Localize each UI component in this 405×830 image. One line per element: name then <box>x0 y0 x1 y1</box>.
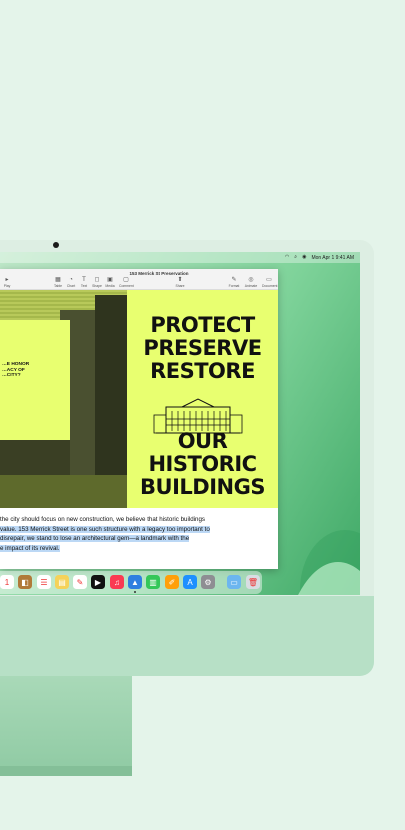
dock-keynote-icon[interactable]: ▲ <box>128 575 142 589</box>
table-icon: ▦ <box>55 277 61 283</box>
dock-pages-icon[interactable]: ✐ <box>165 575 179 589</box>
building-photo: …E HONOR …ACY OF …CITY? <box>0 290 127 508</box>
headline-top[interactable]: PROTECT PRESERVE RESTORE <box>127 314 278 383</box>
control-center-icon[interactable]: ◉ <box>302 253 306 262</box>
selected-text: value. 153 Merrick Street is one such st… <box>0 525 210 533</box>
dock-notes-icon[interactable]: ▤ <box>55 575 69 589</box>
media-button[interactable]: ▣ Media <box>103 277 117 288</box>
document-canvas[interactable]: …E HONOR …ACY OF …CITY? PROTECT PRESERVE… <box>0 290 278 569</box>
search-icon[interactable]: ⌕ <box>294 253 297 262</box>
document-button[interactable]: ▭ Document <box>262 277 277 288</box>
play-button[interactable]: ▸ Play <box>0 277 14 288</box>
animate-icon: ◎ <box>248 277 254 283</box>
imac-stand-foot <box>0 766 132 776</box>
share-icon: ⬆ <box>177 277 183 283</box>
dock-trash-icon[interactable]: 🗑 <box>246 575 260 589</box>
format-icon: ✎ <box>231 277 237 283</box>
dock-downloads-folder-icon[interactable]: ▭ <box>227 575 241 589</box>
dock-system-settings-icon[interactable]: ⚙ <box>201 575 215 589</box>
pages-window: 153 Merrick St Preservation ▸ Play ▦ Tab… <box>0 269 278 569</box>
photo-overlay-text: …E HONOR …ACY OF …CITY? <box>2 362 30 378</box>
document-title[interactable]: 153 Merrick St Preservation <box>40 271 278 276</box>
camera <box>53 242 59 248</box>
comment-icon: ▢ <box>123 277 129 283</box>
menu-bar-clock[interactable]: Mon Apr 1 9:41 AM <box>311 255 354 261</box>
poster: …E HONOR …ACY OF …CITY? PROTECT PRESERVE… <box>0 290 278 508</box>
headline-bottom[interactable]: OUR HISTORIC BUILDINGS <box>127 430 278 499</box>
media-icon: ▣ <box>107 277 113 283</box>
imac-stand <box>0 676 132 776</box>
dock-freeform-icon[interactable]: ✎ <box>73 575 87 589</box>
text-button[interactable]: T Text <box>77 277 91 288</box>
play-icon: ▸ <box>5 277 9 283</box>
dock-numbers-icon[interactable]: ▥ <box>146 575 160 589</box>
wifi-icon[interactable]: ◠ <box>285 253 289 262</box>
running-indicator <box>134 591 136 593</box>
chart-icon: ◔ <box>69 277 73 283</box>
dock-tv-icon[interactable]: ▶ <box>91 575 105 589</box>
shape-icon: ◻ <box>94 277 100 283</box>
selected-text: disrepair, we stand to lose an architect… <box>0 535 190 543</box>
comment-button[interactable]: ▢ Comment <box>119 277 134 288</box>
share-button[interactable]: ⬆ Share <box>173 277 187 288</box>
shape-button[interactable]: ◻ Shape <box>90 277 104 288</box>
format-button[interactable]: ✎ Format <box>227 277 241 288</box>
body-paragraph[interactable]: the city should focus on new constructio… <box>0 515 270 553</box>
document-icon: ▭ <box>266 277 272 283</box>
selected-text: e impact of its revival. <box>0 544 60 552</box>
menu-bar: ◠ ⌕ ◉ Mon Apr 1 9:41 AM <box>0 252 360 263</box>
dock-calendar-icon[interactable]: 1 <box>0 575 14 589</box>
table-button[interactable]: ▦ Table <box>51 277 65 288</box>
imac-chin <box>0 596 374 676</box>
dock-reminders-icon[interactable]: ☰ <box>37 575 51 589</box>
window-toolbar: 153 Merrick St Preservation ▸ Play ▦ Tab… <box>0 269 278 290</box>
text-icon: T <box>82 277 86 283</box>
dock-contacts-icon[interactable]: ◧ <box>18 575 32 589</box>
dock-app-store-icon[interactable]: A <box>183 575 197 589</box>
animate-button[interactable]: ◎ Animate <box>244 277 258 288</box>
chart-button[interactable]: ◔ Chart <box>64 277 78 288</box>
dock: 1 ◧ ☰ ▤ ✎ ▶ ♫ ▲ ▥ ✐ A ⚙ ▭ 🗑 <box>0 571 262 594</box>
dock-music-icon[interactable]: ♫ <box>110 575 124 589</box>
